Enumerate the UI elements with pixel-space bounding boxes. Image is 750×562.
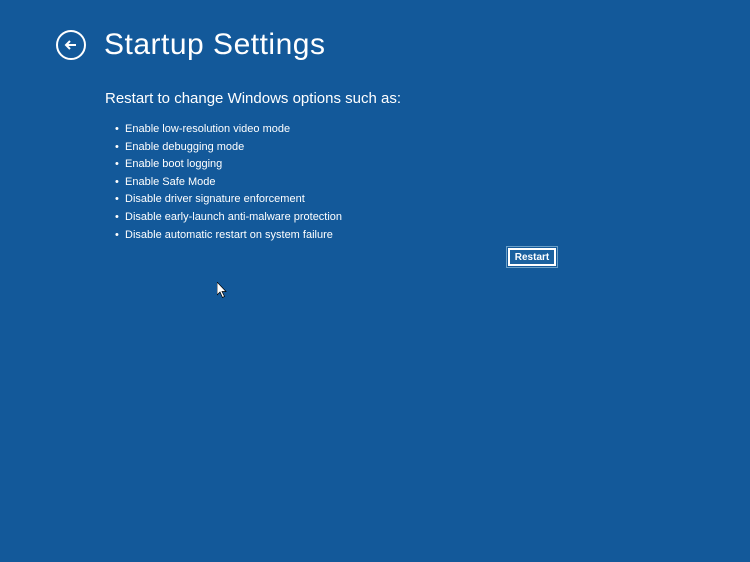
list-item: Disable driver signature enforcement xyxy=(115,191,750,209)
list-item: Enable debugging mode xyxy=(115,139,750,157)
back-arrow-icon xyxy=(63,37,79,53)
back-button[interactable] xyxy=(56,30,86,60)
list-item: Disable automatic restart on system fail… xyxy=(115,227,750,245)
subtitle: Restart to change Windows options such a… xyxy=(105,90,750,107)
list-item: Disable early-launch anti-malware protec… xyxy=(115,209,750,227)
list-item: Enable boot logging xyxy=(115,156,750,174)
restart-button[interactable]: Restart xyxy=(508,248,556,266)
header: Startup Settings xyxy=(0,0,750,62)
page-title: Startup Settings xyxy=(104,28,325,62)
options-list: Enable low-resolution video mode Enable … xyxy=(105,121,750,244)
content-area: Restart to change Windows options such a… xyxy=(0,62,750,244)
cursor-icon xyxy=(217,282,229,300)
list-item: Enable Safe Mode xyxy=(115,174,750,192)
list-item: Enable low-resolution video mode xyxy=(115,121,750,139)
